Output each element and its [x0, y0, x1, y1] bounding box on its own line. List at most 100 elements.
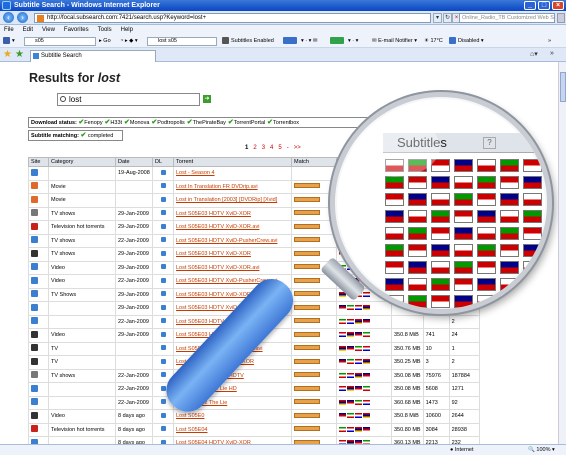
- site-icon[interactable]: [31, 384, 38, 392]
- col-date[interactable]: Date: [115, 157, 153, 167]
- site-icon[interactable]: [31, 168, 38, 176]
- subtitle-flag-icon[interactable]: [355, 386, 362, 392]
- subtitle-flag-icon[interactable]: [339, 318, 346, 324]
- subtitle-flag-icon[interactable]: [355, 359, 362, 365]
- toolbar-misc-icons-2[interactable]: ▾ · ▾: [348, 37, 358, 46]
- download-arrow-icon[interactable]: [160, 196, 166, 202]
- page-link[interactable]: >>: [294, 145, 301, 151]
- menu-edit[interactable]: Edit: [23, 25, 33, 35]
- site-icon[interactable]: [31, 222, 38, 230]
- download-arrow-icon[interactable]: [160, 210, 166, 216]
- rss-button[interactable]: [283, 37, 299, 46]
- address-dropdown-button[interactable]: ▾: [433, 13, 442, 23]
- download-arrow-icon[interactable]: [160, 331, 166, 337]
- toolbar-nav-icons[interactable]: ◔ ▸ ◆ ▾: [120, 37, 138, 46]
- subtitle-flag-icon[interactable]: [339, 345, 346, 351]
- subtitle-flag-icon[interactable]: [339, 359, 346, 365]
- page-link[interactable]: 5: [278, 145, 281, 151]
- menu-tools[interactable]: Tools: [98, 25, 112, 35]
- search-input[interactable]: lost: [57, 93, 200, 106]
- site-icon[interactable]: [31, 263, 38, 271]
- page-link[interactable]: 2: [253, 145, 256, 151]
- subtitle-flag-icon[interactable]: [355, 372, 362, 378]
- site-icon[interactable]: [31, 371, 38, 379]
- disabled-button[interactable]: Disabled ▾: [449, 37, 484, 46]
- site-icon[interactable]: [31, 357, 38, 365]
- download-arrow-icon[interactable]: [160, 277, 166, 283]
- email-notifier-button[interactable]: ✉ E-mail Notifier ▾: [372, 37, 417, 46]
- toolbar-overflow-button[interactable]: »: [548, 37, 551, 46]
- subtitles-enabled-button[interactable]: Subtitles Enabled: [222, 37, 274, 46]
- rss-feed-button[interactable]: [330, 37, 346, 46]
- download-arrow-icon[interactable]: [160, 426, 166, 432]
- weather-button[interactable]: ☀ 17°C: [424, 37, 443, 46]
- download-arrow-icon[interactable]: [160, 250, 166, 256]
- subtitle-flag-icon[interactable]: [347, 359, 354, 365]
- torrent-link[interactable]: Lost In Translation FR DVDrip.avi: [176, 184, 258, 190]
- url-field[interactable]: http://focal.subsearch.com:7421/search.u…: [34, 13, 431, 23]
- download-arrow-icon[interactable]: [160, 291, 166, 297]
- subtitle-flag-icon[interactable]: [363, 318, 370, 324]
- menu-view[interactable]: View: [42, 25, 55, 35]
- live-search-field[interactable]: Online_Radio_TB Customized Web Sear: [459, 13, 555, 23]
- add-favorite-icon[interactable]: ★: [15, 49, 24, 60]
- subtitle-flag-icon[interactable]: [355, 426, 362, 432]
- subtitle-flag-icon[interactable]: [339, 426, 346, 432]
- favorites-star-icon[interactable]: ★: [3, 49, 12, 60]
- site-icon[interactable]: [31, 425, 38, 433]
- col-torrent[interactable]: Torrent: [173, 157, 292, 167]
- subtitle-flag-icon[interactable]: [347, 386, 354, 392]
- menu-file[interactable]: File: [4, 25, 14, 35]
- site-icon[interactable]: [31, 303, 38, 311]
- subtitle-flag-icon[interactable]: [355, 332, 362, 338]
- torrent-link[interactable]: Lost S05E03 HDTV XviD-XOR.avi: [176, 224, 259, 230]
- toolbar-misc-icons[interactable]: ▾ · ▾ ✉: [301, 37, 318, 46]
- torrent-link[interactable]: Lost S05E03 HDTV XviD-PusherCrew.avi: [176, 238, 277, 244]
- subtitle-flag-icon[interactable]: [339, 386, 346, 392]
- torrent-link[interactable]: Lost S05E04: [176, 427, 208, 433]
- torrent-link[interactable]: Lost S05E03 HDTV XviD-XOR.avi: [176, 265, 259, 271]
- download-arrow-icon[interactable]: [160, 358, 166, 364]
- torrent-link[interactable]: Lost S05E03 HDTV XviD-XOR: [176, 292, 251, 298]
- site-icon[interactable]: [31, 290, 38, 298]
- torrent-link[interactable]: Lost - Season 4: [176, 170, 215, 176]
- tab-subtitle-search[interactable]: Subtitle Search: [30, 50, 156, 62]
- subtitle-flag-icon[interactable]: [355, 413, 362, 419]
- scrollbar-thumb[interactable]: [560, 72, 566, 102]
- site-icon[interactable]: [31, 182, 38, 190]
- zoom-level[interactable]: 🔍 100% ▾: [528, 445, 555, 455]
- site-icon[interactable]: [31, 195, 38, 203]
- toolbar-logo-icon[interactable]: ▾: [3, 37, 15, 46]
- download-arrow-icon[interactable]: [160, 223, 166, 229]
- site-icon[interactable]: [31, 398, 38, 406]
- download-arrow-icon[interactable]: [160, 385, 166, 391]
- col-match[interactable]: Match: [291, 157, 337, 167]
- subtitle-flag-icon[interactable]: [347, 413, 354, 419]
- subtitle-flag-icon[interactable]: [363, 372, 370, 378]
- close-button[interactable]: ×: [552, 1, 564, 10]
- site-icon[interactable]: [31, 236, 38, 244]
- download-arrow-icon[interactable]: [160, 345, 166, 351]
- site-icon[interactable]: [31, 276, 38, 284]
- subtitle-flag-icon[interactable]: [355, 345, 362, 351]
- menu-favorites[interactable]: Favorites: [64, 25, 89, 35]
- home-icon[interactable]: ⌂▾: [530, 50, 538, 58]
- forward-button[interactable]: ›: [17, 12, 28, 23]
- search-go-button[interactable]: ➜: [203, 95, 211, 103]
- subtitle-flag-icon[interactable]: [363, 332, 370, 338]
- download-arrow-icon[interactable]: [160, 304, 166, 310]
- subtitle-flag-icon[interactable]: [347, 399, 354, 405]
- download-arrow-icon[interactable]: [160, 183, 166, 189]
- subtitle-flag-icon[interactable]: [347, 318, 354, 324]
- download-arrow-icon[interactable]: [160, 264, 166, 270]
- subtitle-flag-icon[interactable]: [347, 345, 354, 351]
- col-dl[interactable]: DL: [152, 157, 174, 167]
- subtitle-flag-icon[interactable]: [347, 332, 354, 338]
- torrent-link[interactable]: Lost S05E0: [176, 413, 204, 419]
- minimize-button[interactable]: _: [524, 1, 536, 10]
- maximize-button[interactable]: □: [538, 1, 550, 10]
- go-button[interactable]: ▸ Go: [99, 37, 111, 46]
- site-icon[interactable]: [31, 344, 38, 352]
- back-button[interactable]: ‹: [3, 12, 14, 23]
- subtitle-flag-icon[interactable]: [355, 318, 362, 324]
